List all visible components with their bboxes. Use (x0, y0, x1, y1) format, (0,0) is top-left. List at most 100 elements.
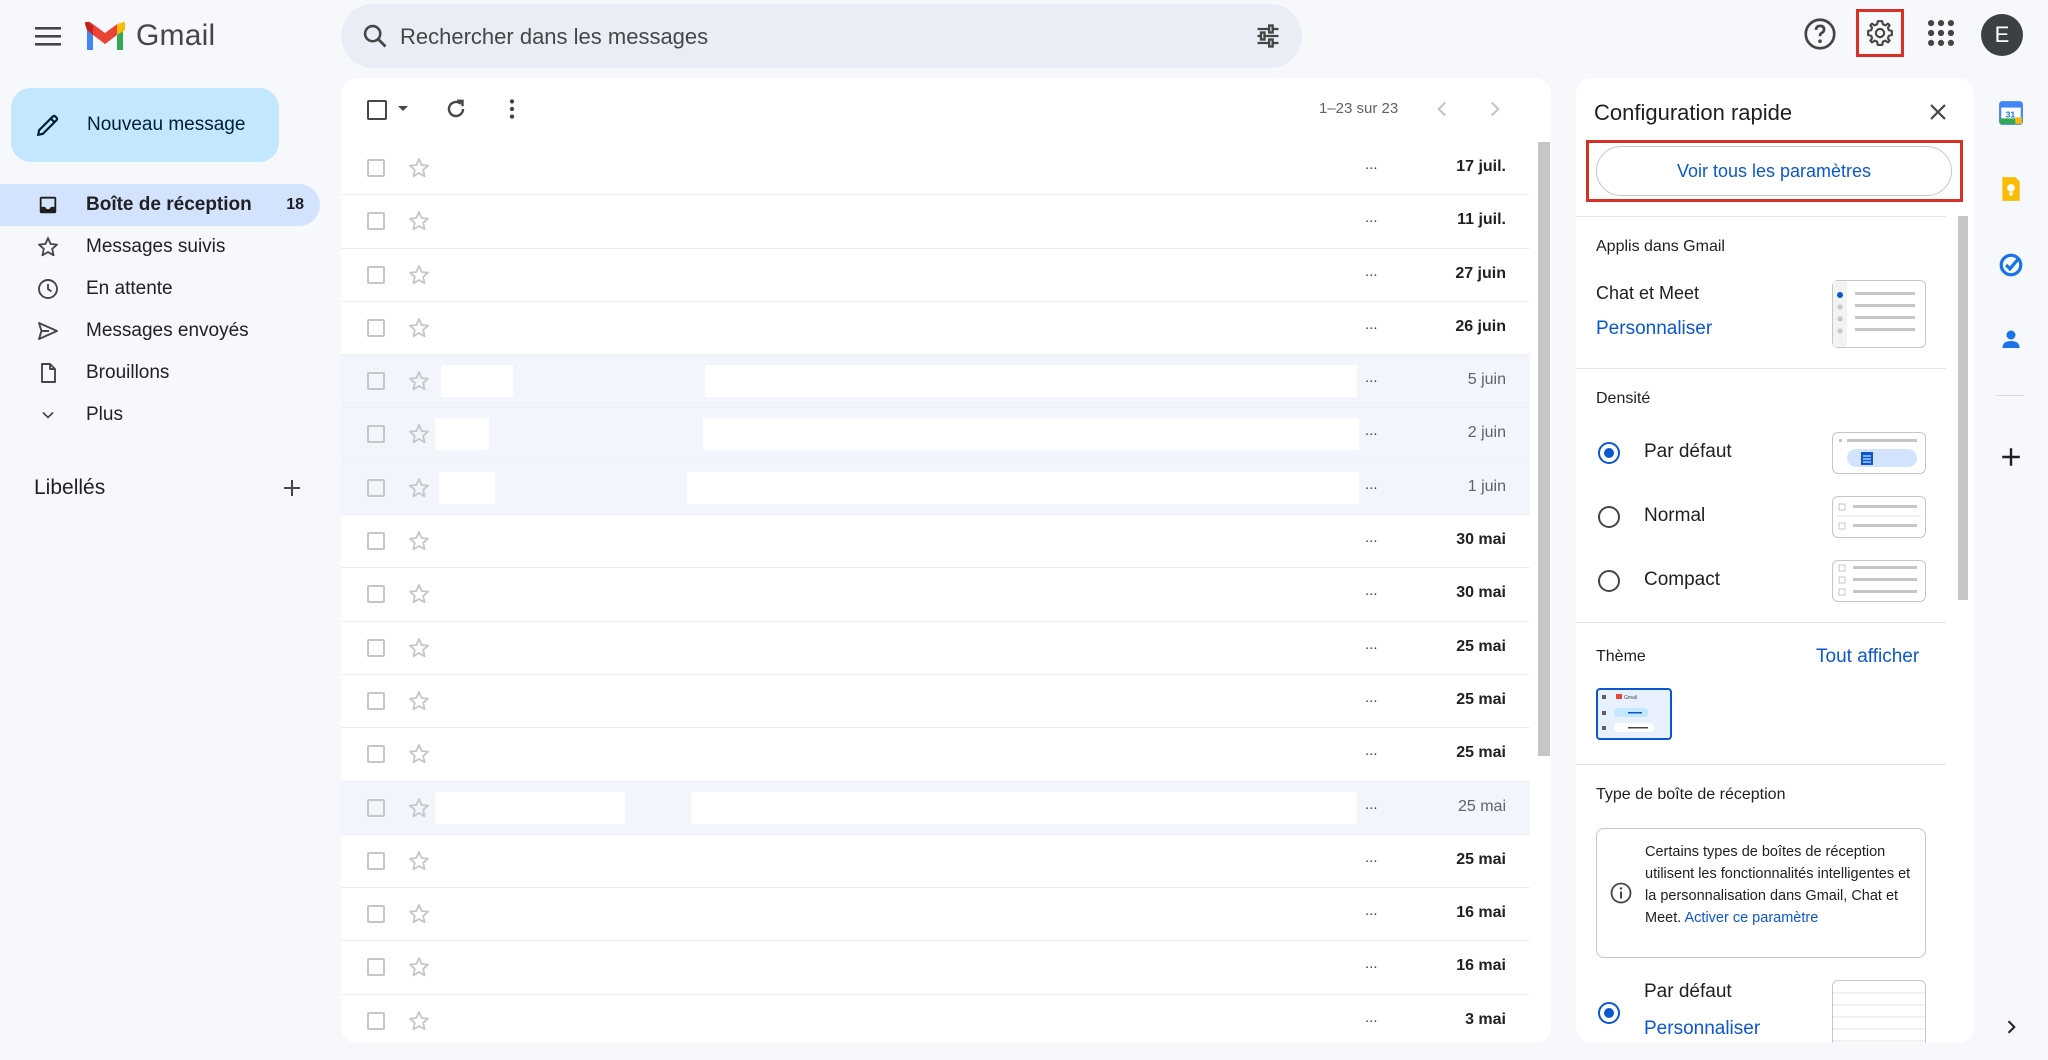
message-row[interactable]: ... 26 juin (341, 301, 1530, 356)
star-icon[interactable] (407, 902, 431, 926)
row-checkbox[interactable] (367, 265, 385, 284)
message-row[interactable]: ... 1 juin (341, 461, 1530, 516)
message-row[interactable]: ... 27 juin (341, 248, 1530, 302)
message-row[interactable]: ... 30 mai (341, 515, 1530, 569)
row-checkbox[interactable] (367, 159, 385, 177)
message-row[interactable]: ... 3 mai (341, 994, 1530, 1043)
row-checkbox[interactable] (367, 691, 385, 710)
density-normal-label[interactable]: Normal (1644, 505, 1705, 527)
row-checkbox[interactable] (367, 798, 385, 817)
message-row[interactable]: ... 17 juil. (341, 142, 1530, 196)
divider (1576, 622, 1946, 623)
keep-app-button[interactable] (1996, 174, 2026, 204)
select-all-checkbox[interactable] (367, 100, 387, 120)
search-bar[interactable]: Rechercher dans les messages (341, 4, 1302, 68)
inbox-type-default-radio[interactable] (1598, 1002, 1620, 1024)
message-row[interactable]: ... 25 mai (341, 781, 1530, 835)
tasks-app-button[interactable] (1996, 250, 2026, 280)
star-icon[interactable] (407, 476, 431, 500)
star-icon[interactable] (407, 742, 431, 766)
row-checkbox[interactable] (367, 851, 385, 870)
row-checkbox[interactable] (367, 532, 385, 551)
divider (1576, 216, 1946, 217)
sidebar-item-sent[interactable]: Messages envoyés (0, 310, 320, 352)
message-row[interactable]: ... 5 juin (341, 355, 1530, 409)
compose-button[interactable]: Nouveau message (11, 88, 279, 162)
search-options-icon[interactable] (1254, 22, 1282, 50)
star-icon[interactable] (407, 156, 431, 180)
row-checkbox[interactable] (367, 745, 385, 764)
message-row[interactable]: ... 30 mai (341, 568, 1530, 622)
chevron-right-icon[interactable] (1482, 96, 1508, 122)
star-icon[interactable] (407, 689, 431, 713)
search-input[interactable]: Rechercher dans les messages (400, 24, 708, 50)
show-side-panel-button[interactable] (1996, 1012, 2026, 1042)
refresh-icon[interactable] (443, 96, 469, 122)
account-avatar[interactable]: E (1981, 14, 2023, 56)
density-default-label[interactable]: Par défaut (1644, 441, 1732, 463)
caret-down-icon[interactable] (397, 105, 409, 113)
row-checkbox[interactable] (367, 318, 385, 337)
message-row[interactable]: ... 25 mai (341, 728, 1530, 782)
message-row[interactable]: ... 16 mai (341, 941, 1530, 995)
more-vert-icon[interactable] (499, 96, 525, 122)
density-compact-radio[interactable] (1598, 570, 1620, 592)
star-icon[interactable] (407, 209, 431, 233)
row-checkbox[interactable] (367, 1011, 385, 1030)
density-default-radio[interactable] (1598, 442, 1620, 464)
message-list-scrollbar[interactable] (1538, 142, 1550, 756)
calendar-app-button[interactable]: 31 (1996, 98, 2026, 128)
row-checkbox[interactable] (367, 425, 385, 444)
star-icon[interactable] (407, 636, 431, 660)
help-icon[interactable] (1802, 16, 1838, 52)
star-icon[interactable] (407, 422, 431, 446)
get-addons-button[interactable] (1996, 442, 2026, 472)
enable-setting-link[interactable]: Activer ce paramètre (1685, 910, 1819, 926)
contacts-app-button[interactable] (1996, 324, 2026, 354)
theme-preview-thumb[interactable]: Gmail (1596, 688, 1672, 740)
close-icon[interactable] (1926, 100, 1950, 124)
row-checkbox[interactable] (367, 905, 385, 924)
gmail-logo[interactable]: Gmail (84, 16, 215, 56)
row-checkbox[interactable] (367, 212, 385, 231)
star-icon[interactable] (407, 582, 431, 606)
message-row[interactable]: ... 16 mai (341, 888, 1530, 942)
star-icon[interactable] (407, 849, 431, 873)
settings-button[interactable] (1856, 9, 1904, 57)
message-row[interactable]: ... 25 mai (341, 621, 1530, 675)
inbox-type-customize-link[interactable]: Personnaliser (1644, 1018, 1760, 1040)
message-row[interactable]: ... 2 juin (341, 408, 1530, 462)
message-row[interactable]: ... 25 mai (341, 834, 1530, 889)
row-checkbox[interactable] (367, 478, 385, 497)
sidebar-item-inbox[interactable]: Boîte de réception 18 (0, 184, 320, 226)
inbox-type-default-label[interactable]: Par défaut (1644, 981, 1732, 1003)
star-icon[interactable] (407, 1009, 431, 1033)
see-all-settings-button[interactable]: Voir tous les paramètres (1596, 146, 1952, 196)
star-icon[interactable] (407, 796, 431, 820)
sidebar-item-starred[interactable]: Messages suivis (0, 226, 320, 268)
theme-show-all-link[interactable]: Tout afficher (1816, 646, 1919, 668)
apps-grid-icon[interactable] (1924, 16, 1958, 50)
message-row[interactable]: ... 11 juil. (341, 195, 1530, 249)
sidebar-item-drafts[interactable]: Brouillons (0, 352, 320, 394)
density-compact-label[interactable]: Compact (1644, 569, 1720, 591)
row-checkbox[interactable] (367, 638, 385, 657)
star-icon[interactable] (407, 263, 431, 287)
density-normal-radio[interactable] (1598, 506, 1620, 528)
row-checkbox[interactable] (367, 372, 385, 391)
row-checkbox[interactable] (367, 585, 385, 604)
row-checkbox[interactable] (367, 958, 385, 977)
star-icon[interactable] (407, 955, 431, 979)
sidebar-item-more[interactable]: Plus (0, 394, 320, 436)
star-icon[interactable] (407, 316, 431, 340)
chevron-left-icon[interactable] (1429, 96, 1455, 122)
star-icon[interactable] (407, 529, 431, 553)
search-icon[interactable] (361, 22, 389, 50)
main-menu-button[interactable] (28, 16, 68, 56)
add-label-icon[interactable] (282, 478, 302, 498)
sidebar-item-snoozed[interactable]: En attente (0, 268, 320, 310)
quick-settings-scrollbar[interactable] (1958, 216, 1968, 600)
message-row[interactable]: ... 25 mai (341, 674, 1530, 729)
customize-apps-link[interactable]: Personnaliser (1596, 318, 1712, 340)
star-icon[interactable] (407, 369, 431, 393)
